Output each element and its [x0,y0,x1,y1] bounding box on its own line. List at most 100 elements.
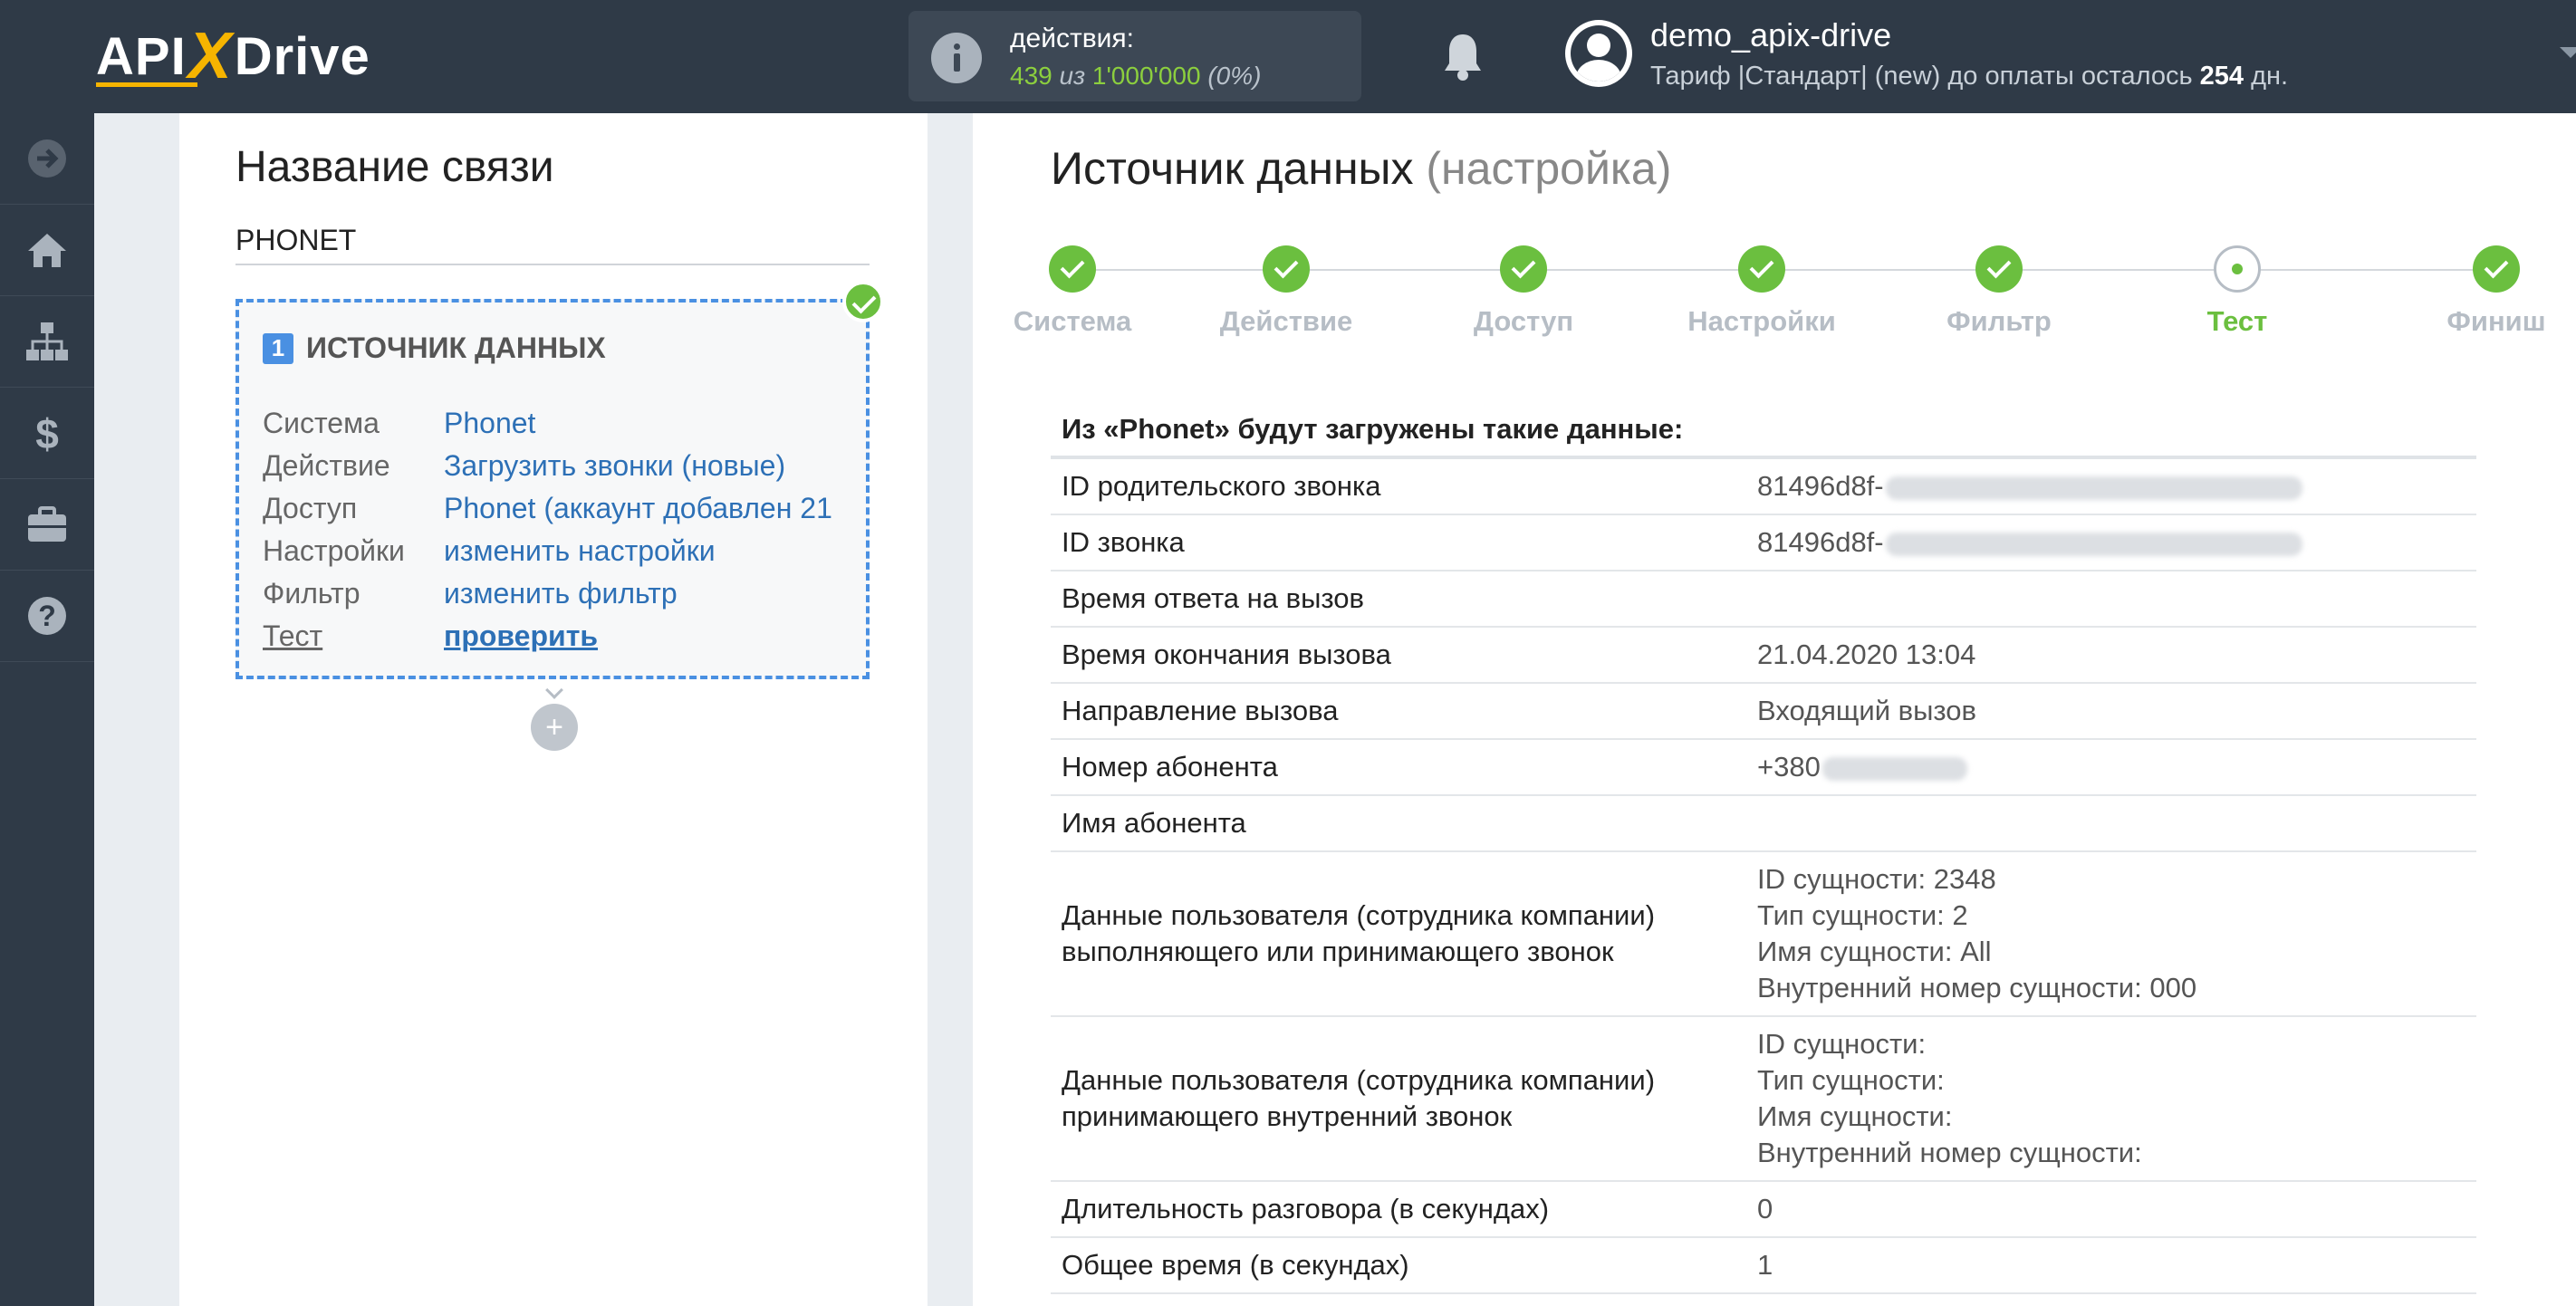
home-icon [28,234,66,267]
sidebar-item-projects[interactable] [0,479,94,571]
table-row: ID звонка 81496d8f- [1051,515,2476,571]
card-row-filter-link[interactable]: изменить фильтр [444,577,833,610]
table-row: Данные пользователя (сотрудника компании… [1051,1017,2476,1182]
source-card-number: 1 [263,332,293,364]
redacted-value [1885,532,2302,556]
svg-text:$: $ [35,410,59,456]
page-title-main: Источник данных [1051,143,1414,194]
row-value: +380 [1757,749,2476,785]
test-data-table: Из «Phonet» будут загружены такие данные… [1051,403,2476,1294]
source-settings-panel: Источник данных (настройка) Система Дейс… [973,113,2576,1306]
step-label: Фильтр [1946,305,2052,337]
table-header: Из «Phonet» будут загружены такие данные… [1051,403,2476,459]
card-row-key[interactable]: Тест [263,619,444,653]
card-row-settings-link[interactable]: изменить настройки [444,534,833,568]
step-filter[interactable]: Фильтр [1899,245,2099,338]
row-key: Время ответа на вызов [1062,582,1364,614]
progress-stepper: Система Действие Доступ Настройки Фильтр… [1014,245,2546,338]
row-value: 1 [1757,1249,1773,1281]
table-row: Данные пользователя (сотрудника компании… [1051,852,2476,1017]
card-row-system: Система Phonet [263,402,851,445]
sidebar-item-billing[interactable]: $ [0,388,94,479]
connection-title: Название связи [235,143,554,191]
step-label: Система [1013,305,1132,337]
card-row-system-link[interactable]: Phonet [444,407,833,440]
row-key: Длительность разговора (в секундах) [1062,1193,1550,1224]
check-icon [2473,245,2520,293]
table-row: Номер абонента +380 [1051,740,2476,796]
actions-counter: действия: 439 из 1'000'000 (0%) [908,11,1361,101]
page-title-sub: (настройка) [1426,143,1672,194]
sidebar-item-help[interactable]: ? [0,571,94,662]
help-icon: ? [28,597,66,635]
table-row: Направление вызова Входящий вызов [1051,684,2476,740]
card-row-key: Фильтр [263,577,360,610]
dollar-icon: $ [35,410,59,456]
step-action[interactable]: Действие [1187,245,1386,338]
sidebar-item-home[interactable] [0,205,94,296]
row-value: ID сущности: Тип сущности: Имя сущности:… [1757,1026,2476,1171]
check-icon [1500,245,1547,293]
table-row: Время ответа на вызов [1051,571,2476,628]
check-icon [1263,245,1310,293]
card-row-action-link[interactable]: Загрузить звонки (новые) [444,449,833,483]
card-row-filter: Фильтр изменить фильтр [263,572,851,615]
row-key: Данные пользователя (сотрудника компании… [1062,899,1656,967]
card-row-key: Настройки [263,534,405,567]
row-value: 0 [1757,1193,1773,1224]
step-label: Действие [1219,305,1353,337]
source-card[interactable]: 1 ИСТОЧНИК ДАННЫХ Система Phonet Действи… [235,299,870,679]
row-key: Направление вызова [1062,695,1339,726]
user-avatar-icon[interactable] [1565,20,1632,87]
svg-text:?: ? [38,600,56,632]
actions-count: 439 из 1'000'000 (0%) [1010,62,1261,91]
row-value: 81496d8f- [1757,524,2476,561]
card-row-test-link[interactable]: проверить [444,619,833,653]
card-row-access: Доступ Phonet (аккаунт добавлен 21 [263,487,851,530]
table-row: Общее время (в секундах) 1 [1051,1238,2476,1294]
card-row-test: Тест проверить [263,615,851,658]
info-icon [931,33,982,83]
step-settings[interactable]: Настройки [1662,245,1861,338]
row-key: Имя абонента [1062,807,1246,839]
step-access[interactable]: Доступ [1424,245,1623,338]
top-bar: API X Drive действия: 439 из 1'000'000 (0%… [0,0,2576,113]
step-system[interactable]: Система [973,245,1172,338]
sidebar-item-structure[interactable] [0,296,94,388]
page-title: Источник данных (настройка) [1051,142,1671,195]
connection-name-input[interactable]: PHONET [235,224,870,265]
step-finish[interactable]: Финиш [2397,245,2576,338]
plan-suffix: дн. [2251,62,2289,91]
logo-text-drive: Drive [234,26,370,86]
actions-percent: (0%) [1207,62,1262,90]
table-row: Длительность разговора (в секундах) 0 [1051,1182,2476,1238]
redacted-value [1821,756,1967,781]
apix-drive-logo[interactable]: API X Drive [96,20,370,92]
row-value: ID сущности: 2348 Тип сущности: 2 Имя су… [1757,861,2476,1006]
username[interactable]: demo_apix-drive [1650,16,1891,54]
row-value-line: Внутренний номер сущности: [1757,1137,2142,1168]
source-card-rows: Система Phonet Действие Загрузить звонки… [263,402,851,658]
row-value-line: Внутренний номер сущности: 000 [1757,972,2197,1004]
actions-total: 1'000'000 [1091,62,1201,90]
check-icon [1049,245,1096,293]
bell-icon[interactable] [1440,31,1485,82]
add-step-button[interactable]: + [531,704,578,751]
card-row-key: Система [263,407,380,439]
card-row-key: Доступ [263,492,358,524]
row-value-line: ID сущности: [1757,1028,1927,1060]
row-value: 21.04.2020 13:04 [1757,639,1976,670]
row-value-line: +380 [1757,751,1821,783]
table-row: Время окончания вызова 21.04.2020 13:04 [1051,628,2476,684]
table-row: ID родительского звонка 81496d8f- [1051,459,2476,515]
step-label: Финиш [2446,305,2546,337]
row-value: 81496d8f- [1757,468,2476,504]
card-row-access-link[interactable]: Phonet (аккаунт добавлен 21 [444,492,833,525]
row-value-line: Имя сущности: [1757,1100,1953,1132]
card-row-action: Действие Загрузить звонки (новые) [263,445,851,487]
chevron-down-icon[interactable] [2560,47,2576,58]
step-test[interactable]: Тест [2138,245,2337,338]
plan-days: 254 [2199,62,2244,91]
sidebar-item-back[interactable] [0,113,94,205]
row-value-line: Тип сущности: 2 [1757,899,1968,931]
